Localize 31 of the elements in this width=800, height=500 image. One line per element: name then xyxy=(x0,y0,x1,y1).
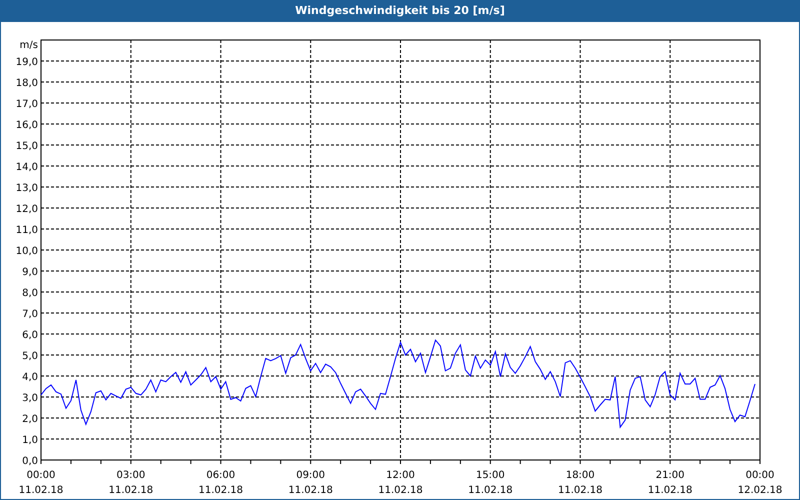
window-title: Windgeschwindigkeit bis 20 [m/s] xyxy=(295,2,505,19)
y-tick-label: 7,0 xyxy=(22,309,38,320)
y-tick-label: 12,0 xyxy=(16,204,38,215)
y-tick-label: 14,0 xyxy=(16,162,38,173)
x-tick-label: 21:00 11.02.18 xyxy=(648,470,692,496)
x-tick-label: 00:00 12.02.18 xyxy=(738,470,782,496)
x-tick-label: 06:00 11.02.18 xyxy=(198,470,244,496)
y-tick-label: 5,0 xyxy=(22,351,38,362)
y-tick-label: 4,0 xyxy=(22,372,38,383)
y-tick-label: 19,0 xyxy=(16,57,38,68)
y-tick-label: 13,0 xyxy=(16,183,38,194)
y-tick-label: 6,0 xyxy=(22,330,38,341)
y-axis-unit: m/s xyxy=(20,40,38,51)
y-tick-label: 11,0 xyxy=(16,225,38,236)
y-tick-label: 1,0 xyxy=(22,435,38,446)
y-tick-label: 8,0 xyxy=(22,288,38,299)
y-tick-label: 10,0 xyxy=(16,246,38,257)
y-tick-label: 9,0 xyxy=(22,267,38,278)
y-tick-label: 15,0 xyxy=(16,141,38,152)
x-tick-label: 18:00 11.02.18 xyxy=(558,470,603,496)
y-tick-label: 3,0 xyxy=(22,393,38,404)
x-tick-label: 09:00 11.02.18 xyxy=(288,470,333,496)
x-tick-label: 03:00 11.02.18 xyxy=(108,470,154,496)
y-tick-label: 0,0 xyxy=(22,456,38,467)
y-tick-label: 18,0 xyxy=(16,78,38,89)
x-tick-label: 00:00 11.02.18 xyxy=(18,470,64,496)
y-tick-label: 17,0 xyxy=(16,99,38,110)
x-tick-label: 15:00 11.02.18 xyxy=(468,470,513,496)
y-tick-label: 2,0 xyxy=(22,414,38,425)
x-tick-label: 12:00 11.02.18 xyxy=(378,470,423,496)
y-tick-label: 16,0 xyxy=(16,120,38,131)
